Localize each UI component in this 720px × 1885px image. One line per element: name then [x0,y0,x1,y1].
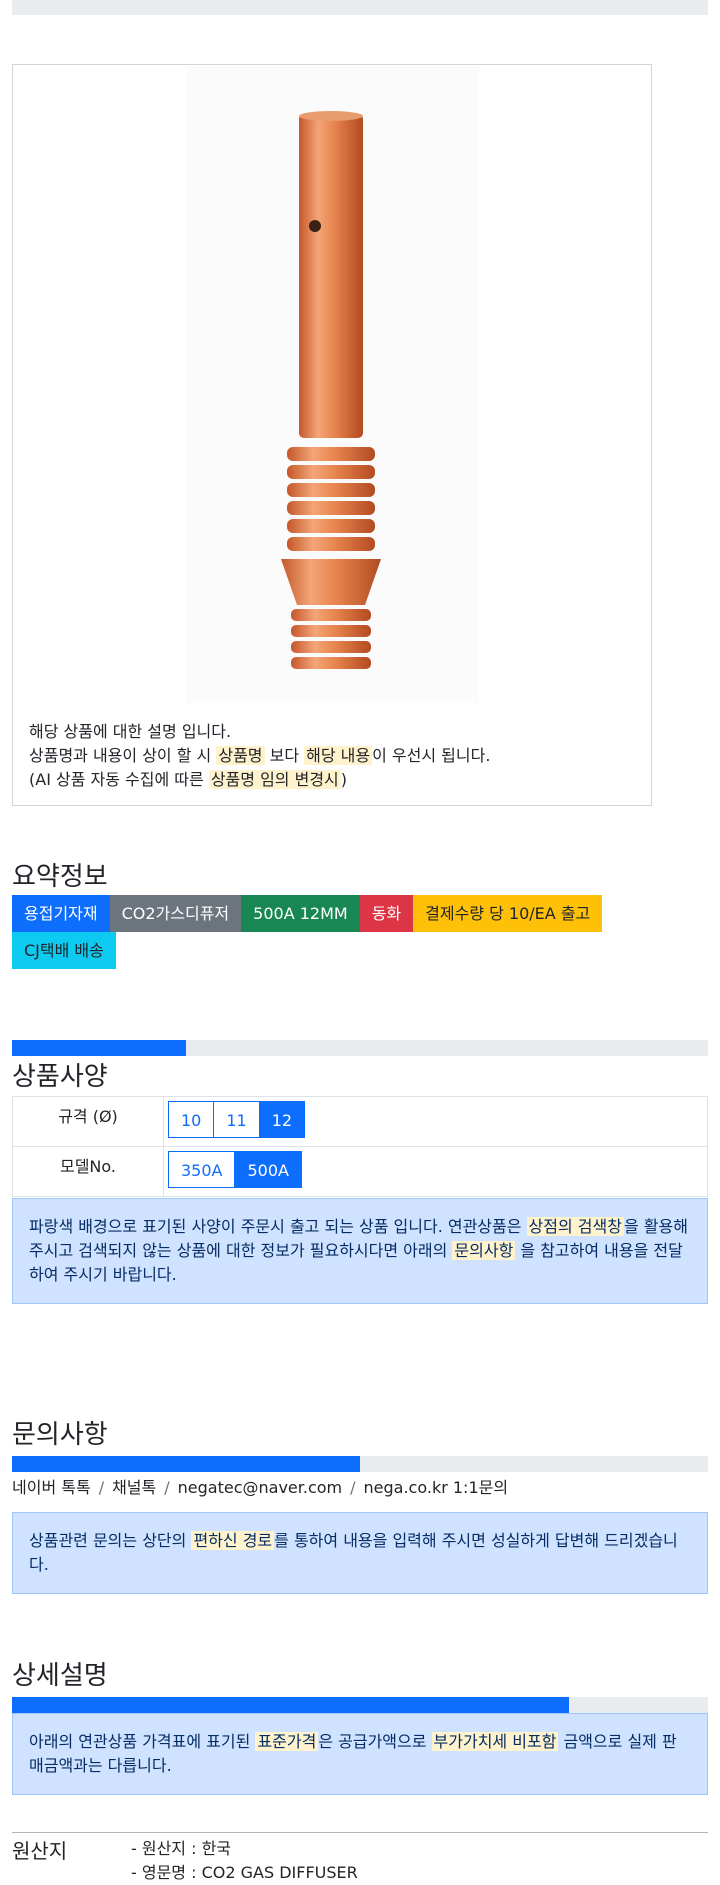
origin-english-name: - 영문명 : CO2 GAS DIFFUSER [131,1863,358,1882]
detail-title: 상세설명 [12,1661,108,1691]
separator: / [164,1478,170,1497]
highlight: 상품명 [216,746,265,765]
spec-row-model: 모델No. 350A 500A [12,1146,708,1197]
highlight: 편하신 경로 [191,1531,275,1550]
tag-shipping[interactable]: CJ택배 배송 [12,932,116,969]
channel-email[interactable]: negatec@naver.com [178,1478,342,1497]
summary-tags: 용접기자재 CO2가스디퓨저 500A 12MM 동화 결제수량 당 10/EA… [12,895,652,969]
detail-note: 아래의 연관상품 가격표에 표기된 표준가격 은 공급가액으로 부가가치세 비포함… [12,1713,708,1795]
inquiry-progress-bar [12,1456,708,1472]
summary-title: 요약정보 [12,862,108,892]
channel-site-inquiry[interactable]: nega.co.kr 1:1문의 [364,1478,509,1497]
notice-text: (AI 상품 자동 수집에 따른 [29,770,209,789]
option-350a[interactable]: 350A [168,1151,236,1188]
origin-list: - 원산지 : 한국 - 영문명 : CO2 GAS DIFFUSER [131,1837,358,1885]
product-photo [187,67,479,703]
inquiry-note: 상품관련 문의는 상단의 편하신 경로 를 통하여 내용을 입력해 주시면 성실하… [12,1512,708,1594]
tag-category[interactable]: 용접기자재 [12,895,110,932]
tag-size[interactable]: 500A 12MM [241,895,360,932]
notice-line-1: 해당 상품에 대한 설명 입니다. [29,722,232,741]
notice-text: ) [340,770,348,789]
spec-options: 350A 500A [163,1146,708,1197]
top-progress-bar [12,0,708,15]
spec-options: 10 11 12 [163,1096,708,1147]
highlight: 상점의 검색창 [526,1217,624,1236]
separator: / [98,1478,105,1497]
highlight: 해당 내용 [304,746,373,765]
spec-table: 규격 (Ø) 10 11 12 모델No. 350A 500A [12,1096,708,1197]
notice-text: 보다 [264,746,305,765]
spec-progress-fill [12,1040,186,1056]
note-text: 상품관련 문의는 상단의 [29,1531,192,1550]
note-text: 아래의 연관상품 가격표에 표기된 [29,1732,256,1751]
divider [12,1832,708,1833]
notice-text: 상품명과 내용이 상이 할 시 [29,746,217,765]
product-image-card: 해당 상품에 대한 설명 입니다. 상품명과 내용이 상이 할 시 상품명 보다… [12,64,652,806]
spec-label: 모델No. [12,1146,164,1197]
highlight: 문의사항 [452,1241,516,1260]
tag-product-type[interactable]: CO2가스디퓨저 [109,895,242,932]
spec-progress-bar [12,1040,708,1056]
inquiry-title: 문의사항 [12,1420,108,1450]
note-text: 은 공급가액으로 [318,1732,432,1751]
spec-title: 상품사양 [12,1062,108,1092]
channel-chat[interactable]: 채널톡 [112,1478,156,1497]
option-12[interactable]: 12 [258,1101,306,1138]
origin-country: - 원산지 : 한국 [131,1839,232,1858]
notice-text: 이 우선시 됩니다. [372,746,491,765]
spec-label: 규격 (Ø) [12,1096,164,1147]
inquiry-channels: 네이버 톡톡 / 채널톡 / negatec@naver.com / nega.co.kr … [12,1474,508,1498]
highlight: 상품명 임의 변경시 [208,770,341,789]
notice-line-3: (AI 상품 자동 수집에 따른 상품명 임의 변경시) [29,768,490,792]
tag-material[interactable]: 동화 [359,895,414,932]
detail-progress-bar [12,1697,708,1713]
option-11[interactable]: 11 [213,1101,260,1138]
tag-quantity[interactable]: 결제수량 당 10/EA 출고 [413,895,603,932]
channel-naver-talk[interactable]: 네이버 톡톡 [12,1478,91,1497]
note-text: 파랑색 배경으로 표기된 사양이 주문시 출고 되는 상품 입니다. 연관상품은 [29,1217,527,1236]
detail-progress-fill [12,1697,569,1713]
spec-note: 파랑색 배경으로 표기된 사양이 주문시 출고 되는 상품 입니다. 연관상품은… [12,1198,708,1304]
notice-line-2: 상품명과 내용이 상이 할 시 상품명 보다 해당 내용 이 우선시 됩니다. [29,744,490,768]
option-500a[interactable]: 500A [234,1151,302,1188]
separator: / [350,1478,356,1497]
option-10[interactable]: 10 [168,1101,215,1138]
origin-title: 원산지 [12,1839,68,1863]
inquiry-progress-fill [12,1456,360,1472]
highlight: 표준가격 [255,1732,319,1751]
spec-row-size: 규격 (Ø) 10 11 12 [12,1096,708,1147]
highlight: 부가가치세 비포함 [431,1732,559,1751]
product-description-notice: 해당 상품에 대한 설명 입니다. 상품명과 내용이 상이 할 시 상품명 보다… [29,720,490,792]
